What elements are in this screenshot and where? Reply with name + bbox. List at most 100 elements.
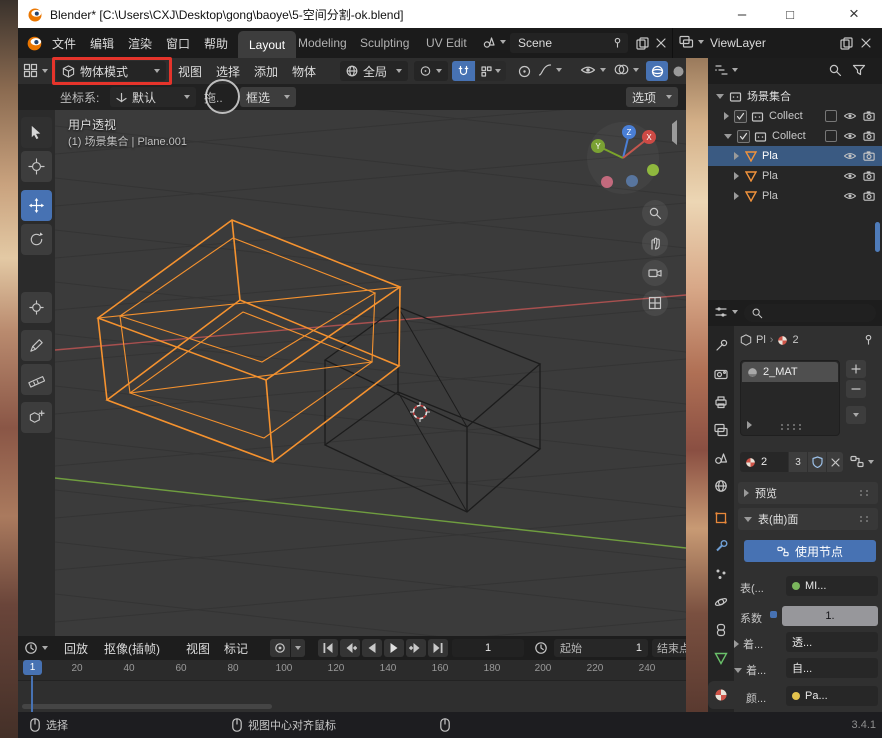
tool-select-box[interactable] xyxy=(21,117,52,148)
tab-scene[interactable] xyxy=(708,446,734,470)
material-id-field[interactable]: 2 xyxy=(740,452,788,472)
viewport-zoom-button[interactable] xyxy=(642,200,668,226)
exclude-checkbox[interactable] xyxy=(825,110,837,122)
pivot-point-dropdown[interactable] xyxy=(414,61,448,81)
menu-render[interactable]: 渲染 xyxy=(128,28,152,58)
menu-file[interactable]: 文件 xyxy=(52,28,76,58)
breadcrumb-data[interactable]: 2 xyxy=(792,334,798,346)
outliner-editor-type-button[interactable] xyxy=(714,63,738,77)
tool-annotate[interactable] xyxy=(21,330,52,361)
shader-row-2-value[interactable]: 自... xyxy=(786,658,878,678)
unlink-scene-icon[interactable] xyxy=(655,37,667,49)
outliner-row-collection-1[interactable]: Collect xyxy=(708,106,882,126)
next-keyframe-button[interactable] xyxy=(406,639,426,657)
outliner-row-plane-3[interactable]: Pla xyxy=(708,186,882,206)
factor-slider[interactable]: 1. xyxy=(782,606,878,626)
shader-row-value[interactable]: 透... xyxy=(786,632,878,652)
outliner-filter-icon[interactable] xyxy=(852,63,866,77)
viewport-pan-button[interactable] xyxy=(642,230,668,256)
play-button[interactable] xyxy=(384,639,404,657)
color-row-value[interactable]: Pa... xyxy=(786,686,878,706)
breadcrumb-object[interactable]: Pl xyxy=(756,334,766,346)
tab-tool[interactable] xyxy=(708,334,734,358)
tool-rotate[interactable] xyxy=(21,224,52,255)
shader-row-collapsed[interactable]: 着... xyxy=(734,634,763,654)
outliner-search-icon[interactable] xyxy=(828,63,842,77)
remove-material-slot-button[interactable] xyxy=(846,380,866,398)
render-camera-icon[interactable] xyxy=(863,130,876,142)
tab-sculpting[interactable]: Sculpting xyxy=(360,28,409,58)
timeline-menu-marker[interactable]: 标记 xyxy=(224,636,248,660)
expand-icon[interactable] xyxy=(724,134,732,139)
proportional-falloff-dropdown[interactable] xyxy=(538,63,562,77)
prev-keyframe-button[interactable] xyxy=(340,639,360,657)
auto-keying-button[interactable] xyxy=(270,639,290,657)
tab-modeling[interactable]: Modeling xyxy=(298,28,347,58)
collection-checkbox[interactable] xyxy=(734,110,747,123)
jump-to-end-button[interactable] xyxy=(428,639,448,657)
viewport-camera-button[interactable] xyxy=(642,260,668,286)
tool-add-cube[interactable] xyxy=(21,402,52,433)
menu-edit[interactable]: 编辑 xyxy=(90,28,114,58)
playhead-marker[interactable]: 1 xyxy=(23,660,42,675)
range-clock-icon[interactable] xyxy=(534,641,548,655)
outliner-row-collection-2[interactable]: Collect xyxy=(708,126,882,146)
tab-world[interactable] xyxy=(708,474,734,498)
fake-user-button[interactable] xyxy=(808,452,826,472)
new-view-layer-icon[interactable] xyxy=(840,37,853,50)
render-camera-icon[interactable] xyxy=(863,110,876,122)
new-scene-icon[interactable] xyxy=(636,37,649,50)
tab-particles[interactable] xyxy=(708,562,734,586)
editor-type-button[interactable] xyxy=(23,63,48,78)
outliner-row-scene-collection[interactable]: 场景集合 xyxy=(708,86,882,106)
show-gizmo-dropdown[interactable] xyxy=(580,63,606,77)
snap-toggle-button[interactable] xyxy=(452,61,475,81)
blender-menu-icon[interactable] xyxy=(25,33,44,52)
tab-material[interactable] xyxy=(708,683,734,707)
overlays-dropdown[interactable] xyxy=(614,63,639,76)
use-nodes-button[interactable]: 使用节点 xyxy=(744,540,876,562)
breadcrumb-object-icon[interactable] xyxy=(740,334,752,346)
tab-uv-edit[interactable]: UV Edit xyxy=(426,28,467,58)
render-camera-icon[interactable] xyxy=(863,170,876,182)
current-frame-field[interactable]: 1 xyxy=(452,639,524,657)
orientation-settings-dropdown[interactable]: 默认 xyxy=(110,87,196,107)
shading-solid-button[interactable] xyxy=(670,61,686,81)
remove-view-layer-icon[interactable] xyxy=(860,37,872,49)
viewport-menu-object[interactable]: 物体 xyxy=(292,58,316,84)
shader-row-expanded[interactable]: 着... xyxy=(734,660,766,680)
unlink-material-button[interactable] xyxy=(827,452,843,472)
animate-dot-icon[interactable] xyxy=(770,611,777,618)
minimize-button[interactable]: – xyxy=(718,0,766,28)
preview-panel-header[interactable]: 预览 xyxy=(738,482,878,504)
surface-panel-header[interactable]: 表(曲)面 xyxy=(738,508,878,530)
outliner-row-plane-2[interactable]: Pla xyxy=(708,166,882,186)
expand-icon[interactable] xyxy=(716,94,724,99)
tab-view-layer[interactable] xyxy=(708,418,734,442)
hide-eye-icon[interactable] xyxy=(843,170,857,182)
view-layer-browse-button[interactable] xyxy=(679,35,704,49)
snap-with-dropdown[interactable] xyxy=(476,61,506,81)
hide-eye-icon[interactable] xyxy=(843,130,857,142)
material-users-button[interactable]: 3 xyxy=(789,452,807,472)
tab-object[interactable] xyxy=(708,506,734,530)
slot-expand-icon[interactable] xyxy=(747,421,752,429)
expand-icon[interactable] xyxy=(734,172,739,180)
grip-dots-icon[interactable] xyxy=(779,423,801,431)
hide-eye-icon[interactable] xyxy=(843,150,857,162)
close-button[interactable]: × xyxy=(826,0,882,28)
hide-eye-icon[interactable] xyxy=(843,190,857,202)
playhead-line[interactable] xyxy=(31,676,33,712)
add-material-slot-button[interactable] xyxy=(846,360,866,378)
auto-keying-dropdown[interactable] xyxy=(291,639,305,657)
tool-transform[interactable] xyxy=(21,292,52,323)
material-slot-row[interactable]: 2_MAT xyxy=(742,362,838,382)
tab-render[interactable] xyxy=(708,362,734,386)
viewport-ortho-button[interactable] xyxy=(642,290,668,316)
render-camera-icon[interactable] xyxy=(863,150,876,162)
maximize-button[interactable]: □ xyxy=(766,0,814,28)
surface-field-value[interactable]: MI... xyxy=(786,576,878,596)
scene-browse-button[interactable] xyxy=(482,35,506,49)
pin-icon[interactable] xyxy=(611,36,624,49)
navigation-gizmo[interactable]: Z Y X xyxy=(585,120,661,196)
